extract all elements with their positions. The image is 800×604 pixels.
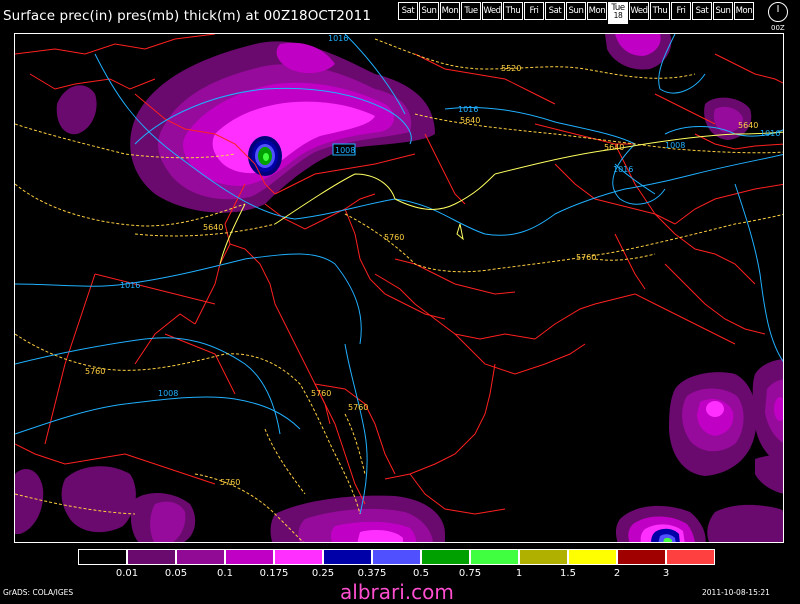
map-panel: 1016 1016 1016 1016 1008 1008 1008 1016 … bbox=[14, 33, 784, 543]
day-label: Sun bbox=[715, 6, 731, 16]
thickness-label: 5760 bbox=[220, 478, 240, 487]
legend-swatch bbox=[617, 549, 666, 565]
day-2[interactable]: Mon bbox=[440, 2, 460, 20]
day-label: Thu bbox=[505, 6, 521, 16]
timestamp: 2011-10-08-15:21 bbox=[702, 588, 770, 597]
day-selector[interactable]: Sat Sun Mon Tue Wed Thu Fri Sat Sun Mon Tue 18 Wed Th… bbox=[398, 2, 755, 24]
day-label: Sun bbox=[421, 6, 437, 16]
legend-label: 0.01 bbox=[115, 568, 139, 579]
thickness-label: 5520 bbox=[501, 64, 521, 73]
legend-swatch bbox=[127, 549, 176, 565]
day-label: Mon bbox=[735, 6, 753, 16]
day-label: Mon bbox=[588, 6, 606, 16]
day-4[interactable]: Wed bbox=[482, 2, 502, 20]
legend-swatch bbox=[176, 549, 225, 565]
legend-label: 0.1 bbox=[217, 568, 233, 579]
legend-label: 0.75 bbox=[458, 568, 482, 579]
isobar-label: 1016 bbox=[458, 105, 478, 114]
thickness-label: 5760 bbox=[311, 389, 331, 398]
thickness-label: 5760 bbox=[348, 403, 368, 412]
thickness-label: 5760 bbox=[85, 367, 105, 376]
grads-credit: GrADS: COLA/IGES bbox=[3, 588, 74, 597]
day-9[interactable]: Mon bbox=[587, 2, 607, 20]
day-11[interactable]: Wed bbox=[629, 2, 649, 20]
legend-swatch bbox=[78, 549, 127, 565]
day-label: Mon bbox=[441, 6, 459, 16]
chart-title: Surface prec(in) pres(mb) thick(m) at 00… bbox=[3, 8, 372, 24]
day-3[interactable]: Tue bbox=[461, 2, 481, 20]
day-15[interactable]: Sun bbox=[713, 2, 733, 20]
clock-label: 00Z bbox=[771, 24, 785, 32]
legend-label: 0.175 bbox=[259, 568, 289, 579]
day-12[interactable]: Thu bbox=[650, 2, 670, 20]
day-label: Sat bbox=[401, 6, 415, 16]
thickness-label: 5640 bbox=[738, 121, 758, 130]
day-14[interactable]: Sat bbox=[692, 2, 712, 20]
isobar-label: 1016 bbox=[760, 129, 780, 138]
day-label: Tue bbox=[464, 6, 478, 16]
legend-label: 1 bbox=[515, 568, 523, 579]
legend-swatch bbox=[323, 549, 372, 565]
day-label: Sun bbox=[568, 6, 584, 16]
day-5[interactable]: Thu bbox=[503, 2, 523, 20]
legend-swatch bbox=[225, 549, 274, 565]
day-16[interactable]: Mon bbox=[734, 2, 754, 20]
legend-swatch bbox=[421, 549, 470, 565]
day-label: Thu bbox=[652, 6, 668, 16]
legend-swatch bbox=[274, 549, 323, 565]
isobar-label: 1016 bbox=[613, 165, 633, 174]
thickness-label: 5640 bbox=[203, 223, 223, 232]
isobar-label: 1016 bbox=[120, 281, 140, 290]
legend-label: 0.5 bbox=[413, 568, 429, 579]
isobar-label: 1016 bbox=[328, 34, 348, 43]
clock-icon bbox=[768, 2, 788, 22]
legend-swatch bbox=[666, 549, 715, 565]
legend-label: 2 bbox=[613, 568, 621, 579]
day-1[interactable]: Sun bbox=[419, 2, 439, 20]
day-label: Sat bbox=[695, 6, 709, 16]
day-label: Fri bbox=[676, 6, 686, 16]
day-label: Wed bbox=[630, 6, 648, 16]
legend-swatch bbox=[568, 549, 617, 565]
day-8[interactable]: Sun bbox=[566, 2, 586, 20]
legend-swatch bbox=[470, 549, 519, 565]
isobar-label: 1008 bbox=[158, 389, 178, 398]
day-13[interactable]: Fri bbox=[671, 2, 691, 20]
thickness-label: 5640 bbox=[604, 143, 624, 152]
day-label: Wed bbox=[483, 6, 501, 16]
day-0[interactable]: Sat bbox=[398, 2, 418, 20]
color-legend bbox=[78, 549, 715, 565]
day-label: Fri bbox=[529, 6, 539, 16]
legend-label: 0.05 bbox=[164, 568, 188, 579]
legend-label: 0.25 bbox=[311, 568, 335, 579]
watermark-logo: albrari.com bbox=[340, 580, 454, 604]
isobar-label: 1008 bbox=[665, 141, 685, 150]
legend-swatch bbox=[519, 549, 568, 565]
thickness-label: 5760 bbox=[576, 253, 596, 262]
legend-label: 3 bbox=[662, 568, 670, 579]
day-10[interactable]: Tue 18 bbox=[608, 2, 628, 24]
day-label: Sat bbox=[548, 6, 562, 16]
day-7[interactable]: Sat bbox=[545, 2, 565, 20]
weather-map: 1016 1016 1016 1016 1008 1008 1008 1016 … bbox=[15, 34, 783, 542]
legend-swatch bbox=[372, 549, 421, 565]
thickness-label: 5640 bbox=[460, 116, 480, 125]
legend-label: 1.5 bbox=[560, 568, 576, 579]
isobar-label: 1008 bbox=[335, 146, 355, 155]
day-number: 18 bbox=[613, 11, 623, 20]
day-6[interactable]: Fri bbox=[524, 2, 544, 20]
thickness-label: 5760 bbox=[384, 233, 404, 242]
legend-label: 0.375 bbox=[357, 568, 387, 579]
